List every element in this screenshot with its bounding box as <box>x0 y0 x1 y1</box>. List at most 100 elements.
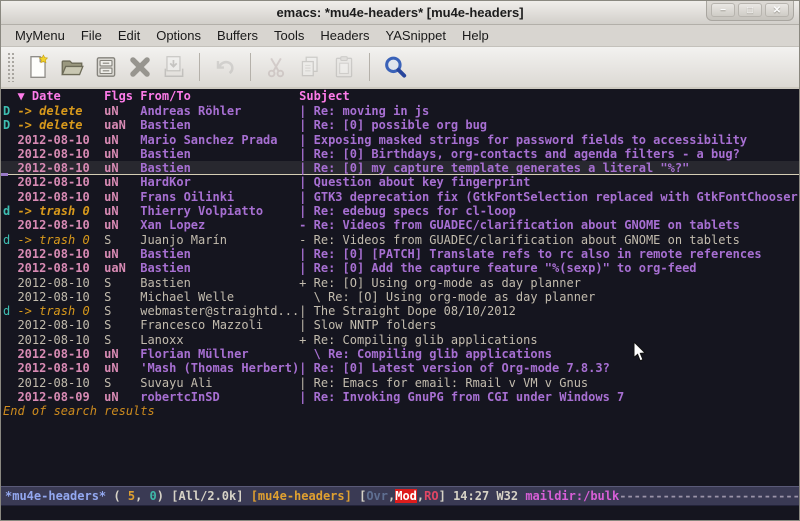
modeline-dashes: ----------------------------------------… <box>619 489 799 503</box>
modeline-plain: 14:27 W32 <box>453 489 525 503</box>
minimize-button[interactable]: − <box>711 3 735 17</box>
column-header-flags[interactable]: Flgs <box>104 89 140 104</box>
message-date: 2012-08-10 <box>17 161 104 175</box>
menu-yasnippet[interactable]: YASnippet <box>377 26 453 45</box>
message-subject: - Re: Videos from GUADEC/clarification a… <box>299 218 740 232</box>
save-icon[interactable] <box>89 50 123 84</box>
message-row[interactable]: 2012-08-10uNFrans Oilinki| GTK3 deprecat… <box>1 190 799 204</box>
column-header-date[interactable]: ▼ Date <box>17 89 104 104</box>
modeline-mode: [mu4e-headers] <box>251 489 352 503</box>
message-row[interactable]: D-> deleteuNAndreas Röhler| Re: moving i… <box>1 104 799 118</box>
message-row[interactable]: 2012-08-10uNFlorian Müllner \ Re: Compil… <box>1 347 799 361</box>
message-date: 2012-08-10 <box>17 290 104 304</box>
message-from: Juanjo Marín <box>140 233 299 247</box>
message-row[interactable]: d-> trash 0Swebmaster@straightd...| The … <box>1 304 799 318</box>
search-icon[interactable] <box>378 50 412 84</box>
close-button[interactable]: ✕ <box>765 3 789 17</box>
message-from: Lanoxx <box>140 333 299 347</box>
message-subject: | Re: Invoking GnuPG from CGI under Wind… <box>299 390 624 404</box>
message-from: Bastien <box>140 247 299 261</box>
message-subject: | Re: [0] my capture template generates … <box>299 161 689 175</box>
column-header-from[interactable]: From/To <box>140 89 299 104</box>
menu-options[interactable]: Options <box>148 26 209 45</box>
message-flags: S <box>104 376 140 390</box>
modeline-plain: ] <box>439 489 453 503</box>
modeline-maildir: maildir:/bulk <box>525 489 619 503</box>
new-file-icon[interactable] <box>21 50 55 84</box>
message-from: Frans Oilinki <box>140 190 299 204</box>
message-row[interactable]: 2012-08-09uNrobertcInSD| Re: Invoking Gn… <box>1 390 799 404</box>
message-subject: | Re: [0] [PATCH] Translate refs to rc a… <box>299 247 761 261</box>
menu-tools[interactable]: Tools <box>266 26 312 45</box>
message-subject: | Slow NNTP folders <box>299 318 436 332</box>
menu-edit[interactable]: Edit <box>110 26 148 45</box>
message-row[interactable]: 2012-08-10uNBastien| Re: [0] [PATCH] Tra… <box>1 247 799 261</box>
message-date: 2012-08-10 <box>17 318 104 332</box>
message-subject: | The Straight Dope 08/10/2012 <box>299 304 516 318</box>
message-date: -> delete <box>17 104 104 118</box>
message-from: Mario Sanchez Prada <box>140 133 299 147</box>
menu-mymenu[interactable]: MyMenu <box>7 26 73 45</box>
title-bar[interactable]: emacs: *mu4e-headers* [mu4e-headers] −□✕ <box>1 1 799 25</box>
menu-buffers[interactable]: Buffers <box>209 26 266 45</box>
message-row[interactable]: 2012-08-10uNBastien| Re: [0] my capture … <box>1 161 799 175</box>
message-subject: | Exposing masked strings for password f… <box>299 133 747 147</box>
message-date: 2012-08-10 <box>17 347 104 361</box>
window-title: emacs: *mu4e-headers* [mu4e-headers] <box>276 5 523 20</box>
message-row[interactable]: d-> trash 0uNThierry Volpiatto| Re: edeb… <box>1 204 799 218</box>
message-flags: S <box>104 233 140 247</box>
end-of-results-message: End of search results <box>1 404 799 418</box>
message-from: Bastien <box>140 276 299 290</box>
message-subject: + Re: [O] Using org-mode as day planner <box>299 276 581 290</box>
text-cursor <box>1 173 8 176</box>
message-row[interactable]: 2012-08-10uNMario Sanchez Prada| Exposin… <box>1 133 799 147</box>
message-row[interactable]: 2012-08-10uN'Mash (Thomas Herbert)| Re: … <box>1 361 799 375</box>
message-flags: S <box>104 290 140 304</box>
delete-icon[interactable] <box>123 50 157 84</box>
message-row[interactable]: 2012-08-10SLanoxx+ Re: Compiling glib ap… <box>1 333 799 347</box>
message-flags: uN <box>104 175 140 189</box>
echo-area[interactable] <box>1 506 799 521</box>
menu-headers[interactable]: Headers <box>312 26 377 45</box>
message-row[interactable]: 2012-08-10SFrancesco Mazzoli| Slow NNTP … <box>1 318 799 332</box>
message-subject: + Re: Compiling glib applications <box>299 333 537 347</box>
message-flags: S <box>104 318 140 332</box>
message-flags: uN <box>104 347 140 361</box>
message-flags: uN <box>104 361 140 375</box>
message-row[interactable]: D-> deleteuaNBastien| Re: [0] possible o… <box>1 118 799 132</box>
message-date: 2012-08-10 <box>17 333 104 347</box>
toolbar-drag-handle[interactable] <box>7 52 15 82</box>
message-subject: | Re: [0] possible org bug <box>299 118 487 132</box>
paste-icon <box>327 50 361 84</box>
message-row[interactable]: 2012-08-10uNHardKor| Question about key … <box>1 175 799 189</box>
message-from: Florian Müllner <box>140 347 299 361</box>
message-row[interactable]: d-> trash 0SJuanjo Marín- Re: Videos fro… <box>1 233 799 247</box>
toolbar-separator <box>369 53 370 81</box>
modeline-plain: , <box>135 489 149 503</box>
message-flags: S <box>104 276 140 290</box>
message-subject: \ Re: [O] Using org-mode as day planner <box>299 290 595 304</box>
open-folder-icon[interactable] <box>55 50 89 84</box>
message-date: -> trash 0 <box>17 304 104 318</box>
message-row[interactable]: 2012-08-10SBastien+ Re: [O] Using org-mo… <box>1 276 799 290</box>
mark-letter: d <box>3 233 17 247</box>
message-flags: uN <box>104 161 140 175</box>
column-header-subject[interactable]: Subject <box>299 89 350 104</box>
undo-icon <box>208 50 242 84</box>
message-row[interactable]: 2012-08-10uNBastien| Re: [0] Birthdays, … <box>1 147 799 161</box>
message-row[interactable]: 2012-08-10SSuvayu Ali| Re: Emacs for ema… <box>1 376 799 390</box>
message-subject: | Re: [0] Add the capture feature "%(sex… <box>299 261 696 275</box>
message-flags: uaN <box>104 118 140 132</box>
message-row[interactable]: 2012-08-10uaNBastien| Re: [0] Add the ca… <box>1 261 799 275</box>
menu-file[interactable]: File <box>73 26 110 45</box>
copy-icon <box>293 50 327 84</box>
message-subject: | GTK3 deprecation fix (GtkFontSelection… <box>299 190 799 204</box>
message-row[interactable]: 2012-08-10SMichael Welle \ Re: [O] Using… <box>1 290 799 304</box>
message-from: 'Mash (Thomas Herbert) <box>140 361 299 375</box>
message-row[interactable]: 2012-08-10uNXan Lopez- Re: Videos from G… <box>1 218 799 232</box>
maximize-button[interactable]: □ <box>738 3 762 17</box>
message-flags: uN <box>104 147 140 161</box>
message-flags: uN <box>104 133 140 147</box>
menu-help[interactable]: Help <box>454 26 497 45</box>
message-date: 2012-08-10 <box>17 147 104 161</box>
